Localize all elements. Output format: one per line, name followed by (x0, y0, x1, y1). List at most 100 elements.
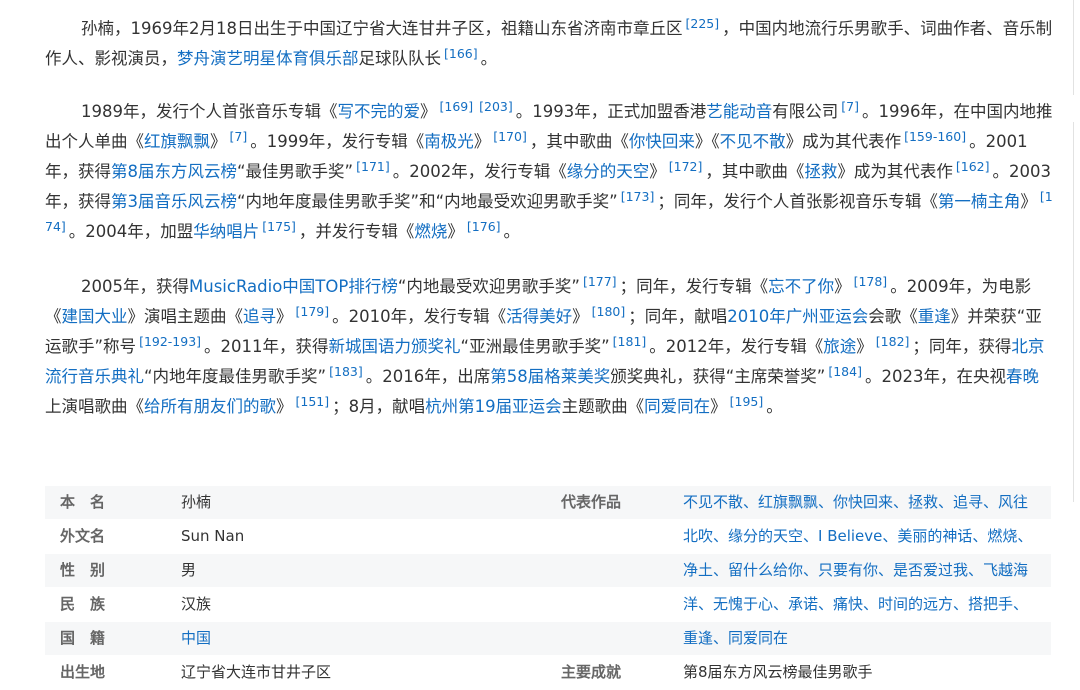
reference-link[interactable]: [173] (621, 189, 655, 204)
infobox-works-line-2[interactable]: 北吹、缘分的天空、I Believe、美丽的神话、燃烧、 (683, 520, 1032, 553)
inline-link[interactable]: 建国大业 (62, 307, 128, 326)
paragraph-text: 。 (766, 397, 783, 416)
reference-link[interactable]: [177] (583, 274, 617, 289)
infobox-value-nationality-link[interactable]: 中国 (181, 622, 211, 655)
inline-link[interactable]: 梦舟演艺明星体育俱乐部 (177, 49, 359, 68)
paragraph-text: 。2012年，发行专辑《 (649, 337, 824, 356)
inline-link[interactable]: 艺能动音 (706, 102, 772, 121)
paragraph-text: ，并发行专辑《 (298, 222, 415, 241)
inline-link[interactable]: 给所有朋友们的歌 (144, 397, 276, 416)
paragraph-text: 会歌《 (868, 307, 918, 326)
inline-link[interactable]: 第3届音乐风云榜 (111, 192, 237, 211)
inline-link[interactable]: 杭州第19届亚运会 (425, 397, 562, 416)
inline-link[interactable]: 第58届格莱美奖 (490, 367, 610, 386)
reference-link[interactable]: [179] (296, 304, 330, 319)
reference-link[interactable]: [184] (828, 364, 862, 379)
inline-link[interactable]: 2010年广州亚运会 (727, 307, 868, 326)
paragraph-text: 。2023年，在央视 (864, 367, 1006, 386)
reference-link[interactable]: [183] (329, 364, 363, 379)
paragraph-text: 。2002年，发行专辑《 (392, 162, 567, 181)
paragraph-text: 》演唱主题曲《 (127, 307, 244, 326)
infobox-works-line-5[interactable]: 重逢、同爱同在 (683, 622, 788, 655)
infobox-label-works: 代表作品 (561, 493, 622, 511)
side-scroll-track[interactable] (1073, 122, 1080, 502)
reference-link[interactable]: [151] (296, 394, 330, 409)
paragraph-text: ；同年，发行个人首张影视音乐专辑《 (657, 192, 938, 211)
inline-link[interactable]: 缘分的天空 (567, 162, 650, 181)
inline-link[interactable]: 忘不了你 (768, 277, 834, 296)
inline-link[interactable]: 新城国语力颁奖礼 (329, 337, 461, 356)
infobox-value-name: 孙楠 (181, 493, 212, 511)
paragraph-text: 。2010年，发行专辑《 (332, 307, 507, 326)
reference-link[interactable]: [182] (876, 334, 910, 349)
reference-link[interactable]: [175] (262, 219, 296, 234)
paragraph-text: 2005年，获得 (81, 277, 189, 296)
paragraph-text: 。2011年，获得 (204, 337, 329, 356)
reference-link[interactable]: [195] (730, 394, 764, 409)
paragraph-career-1989: 1989年，发行个人首张音乐专辑《写不完的爱》 [169] [203] 。1993年，… (45, 97, 1053, 247)
paragraph-text: 。2004年，加盟 (68, 222, 194, 241)
reference-link[interactable]: [203] (479, 99, 513, 114)
infobox-value-foreign-name: Sun Nan (181, 527, 245, 545)
reference-link[interactable]: [162] (956, 159, 990, 174)
reference-link[interactable]: [225] (686, 16, 720, 31)
inline-link[interactable]: 重逢 (918, 307, 951, 326)
paragraph-text: “内地年度最佳男歌手奖” (144, 367, 327, 386)
inline-link[interactable]: 燃烧 (414, 222, 447, 241)
paragraph-text: 。1999年，发行专辑《 (250, 132, 425, 151)
reference-link[interactable]: [176] (467, 219, 501, 234)
paragraph-text: 。 (480, 49, 498, 68)
paragraph-text: ；同年，发行专辑《 (619, 277, 769, 296)
inline-link[interactable]: 第8届东方风云榜 (111, 162, 237, 181)
inline-link[interactable]: 旅途 (823, 337, 856, 356)
paragraph-text: 足球队队长 (358, 49, 442, 68)
inline-link[interactable]: 同爱同在 (644, 397, 710, 416)
reference-link[interactable]: [172] (669, 159, 703, 174)
paragraph-text: 》 (710, 397, 727, 416)
reference-link[interactable]: [181] (613, 334, 647, 349)
inline-link[interactable]: 追寻 (243, 307, 276, 326)
inline-link[interactable]: 华纳唱片 (193, 222, 259, 241)
reference-link[interactable]: [169] (440, 99, 474, 114)
paragraph-text: ，其中歌曲《 (705, 162, 805, 181)
reference-link[interactable]: [178] (854, 274, 888, 289)
infobox-row: 国 籍 中国 重逢、同爱同在 (45, 622, 1051, 656)
reference-link[interactable]: [7] (841, 99, 859, 114)
paragraph-text: “最佳男歌手奖” (237, 162, 354, 181)
infobox-works-line-1[interactable]: 不见不散、红旗飘飘、你快回来、拯救、追寻、风往 (683, 486, 1028, 519)
infobox-row: 民 族 汉族 洋、无愧于心、承诺、痛快、时间的远方、搭把手、 (45, 588, 1051, 622)
inline-link[interactable]: MusicRadio中国TOP排行榜 (189, 277, 398, 296)
reference-link[interactable]: [180] (592, 304, 626, 319)
paragraph-intro: 孙楠，1969年2月18日出生于中国辽宁省大连甘井子区，祖籍山东省济南市章丘区[… (45, 14, 1053, 74)
reference-link[interactable]: [7] (230, 129, 248, 144)
infobox-label-achievement: 主要成就 (561, 663, 622, 681)
paragraph-text: 》 (834, 277, 851, 296)
inline-link[interactable]: 写不完的爱 (338, 102, 421, 121)
inline-link[interactable]: 活得美好 (506, 307, 572, 326)
paragraph-text: 》成为其代表作 (785, 132, 902, 151)
inline-link[interactable]: 红旗飘飘 (144, 132, 210, 151)
infobox-works-line-3[interactable]: 净土、留什么给你、只要有你、是否爱过我、飞越海 (683, 554, 1028, 587)
side-scroll-track[interactable] (1073, 0, 1080, 95)
infobox-label-foreign-name: 外文名 (60, 527, 106, 545)
inline-link[interactable]: 春晚 (1006, 367, 1039, 386)
infobox-works-line-4[interactable]: 洋、无愧于心、承诺、痛快、时间的远方、搭把手、 (683, 588, 1028, 621)
reference-link[interactable]: [166] (444, 46, 478, 61)
reference-link[interactable]: [171] (356, 159, 390, 174)
paragraph-text: 上演唱歌曲《 (45, 397, 144, 416)
inline-link[interactable]: 你快回来 (629, 132, 695, 151)
paragraph-text: “内地年度最佳男歌手奖”和“内地最受欢迎男歌手奖” (237, 192, 618, 211)
paragraph-text: 》成为其代表作 (837, 162, 953, 181)
paragraph-text: 1989年，发行个人首张音乐专辑《 (81, 102, 338, 121)
inline-link[interactable]: 南极光 (424, 132, 474, 151)
infobox-row: 出生地 辽宁省大连市甘井子区 主要成就 第8届东方风云榜最佳男歌手 (45, 656, 1051, 690)
infobox-row: 性 别 男 净土、留什么给你、只要有你、是否爱过我、飞越海 (45, 554, 1051, 588)
inline-link[interactable]: 拯救 (804, 162, 837, 181)
reference-link[interactable]: [159-160] (904, 129, 966, 144)
reference-link[interactable]: [192-193] (139, 334, 201, 349)
inline-link[interactable]: 不见不散 (720, 132, 786, 151)
reference-link[interactable]: [170] (493, 129, 527, 144)
infobox-label-birthplace: 出生地 (60, 663, 106, 681)
infobox-value-ethnicity: 汉族 (181, 595, 212, 613)
inline-link[interactable]: 第一楠主角 (938, 192, 1021, 211)
